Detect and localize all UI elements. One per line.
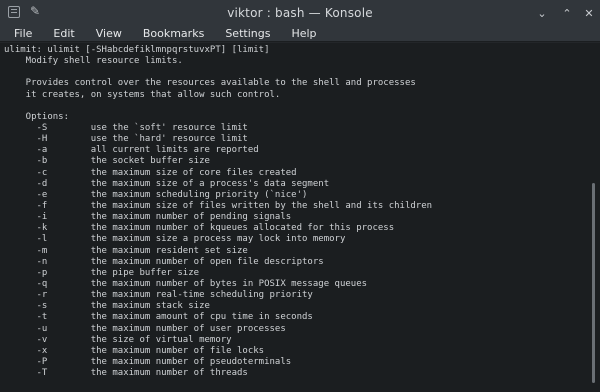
- terminal-output[interactable]: ulimit: ulimit [-SHabcdefiklmnpqrstuvxPT…: [0, 43, 588, 392]
- terminal-line: -H use the `hard' resource limit: [4, 134, 248, 145]
- terminal-line: Options:: [4, 111, 70, 122]
- menu-bookmarks[interactable]: Bookmarks: [143, 27, 204, 40]
- menu-edit[interactable]: Edit: [53, 27, 74, 40]
- terminal-line: -p the pipe buffer size: [4, 267, 200, 278]
- terminal-line: -x the maximum number of file locks: [4, 345, 265, 356]
- terminal-line: -S use the `soft' resource limit: [4, 122, 248, 133]
- terminal-line: -r the maximum real-time scheduling prio…: [4, 290, 313, 301]
- menu-settings[interactable]: Settings: [225, 27, 270, 40]
- terminal-line: -d the maximum size of a process's data …: [4, 178, 330, 189]
- terminal-line: -c the maximum size of core files create…: [4, 167, 297, 178]
- terminal-line: -k the maximum number of kqueues allocat…: [4, 223, 395, 234]
- title-bar[interactable]: ✎ viktor : bash — Konsole ⌄ ⌃ ✕: [0, 0, 600, 26]
- terminal-line: -l the maximum size a process may lock i…: [4, 234, 346, 245]
- terminal-line: -t the maximum amount of cpu time in sec…: [4, 312, 313, 323]
- terminal-line: -a all current limits are reported: [4, 145, 259, 156]
- terminal-line: -f the maximum size of files written by …: [4, 200, 433, 211]
- vertical-scrollbar[interactable]: [588, 43, 600, 392]
- terminal-line: -s the maximum stack size: [4, 301, 210, 312]
- terminal-line: -b the socket buffer size: [4, 156, 210, 167]
- close-button[interactable]: ✕: [582, 6, 596, 20]
- terminal-line: -q the maximum number of bytes in POSIX …: [4, 278, 368, 289]
- terminal-line: -e the maximum scheduling priority (`nic…: [4, 189, 308, 200]
- terminal-line: -m the maximum resident set size: [4, 245, 248, 256]
- menu-view[interactable]: View: [96, 27, 122, 40]
- menu-help[interactable]: Help: [291, 27, 316, 40]
- konsole-window: ✎ viktor : bash — Konsole ⌄ ⌃ ✕ File Edi…: [0, 0, 600, 392]
- terminal-line: ulimit: ulimit [-SHabcdefiklmnpqrstuvxPT…: [4, 45, 270, 55]
- terminal-line: -P the maximum number of pseudoterminals: [4, 356, 292, 367]
- maximize-button[interactable]: ⌃: [560, 6, 574, 20]
- minimize-button[interactable]: ⌄: [535, 6, 549, 20]
- terminal-line: -i the maximum number of pending signals: [4, 212, 292, 223]
- scrollbar-thumb[interactable]: [592, 183, 595, 383]
- menu-bar: File Edit View Bookmarks Settings Help: [0, 26, 600, 42]
- terminal-line: Modify shell resource limits.: [4, 56, 183, 67]
- terminal-line: -n the maximum number of open file descr…: [4, 256, 324, 267]
- terminal-line: -T the maximum number of threads: [4, 368, 248, 379]
- menu-file[interactable]: File: [14, 27, 32, 40]
- terminal-line: -u the maximum number of user processes: [4, 323, 286, 334]
- terminal-line: Provides control over the resources avai…: [4, 78, 416, 89]
- terminal-line: it creates, on systems that allow such c…: [4, 89, 281, 100]
- window-title: viktor : bash — Konsole: [227, 6, 373, 20]
- terminal-line: -v the size of virtual memory: [4, 334, 232, 345]
